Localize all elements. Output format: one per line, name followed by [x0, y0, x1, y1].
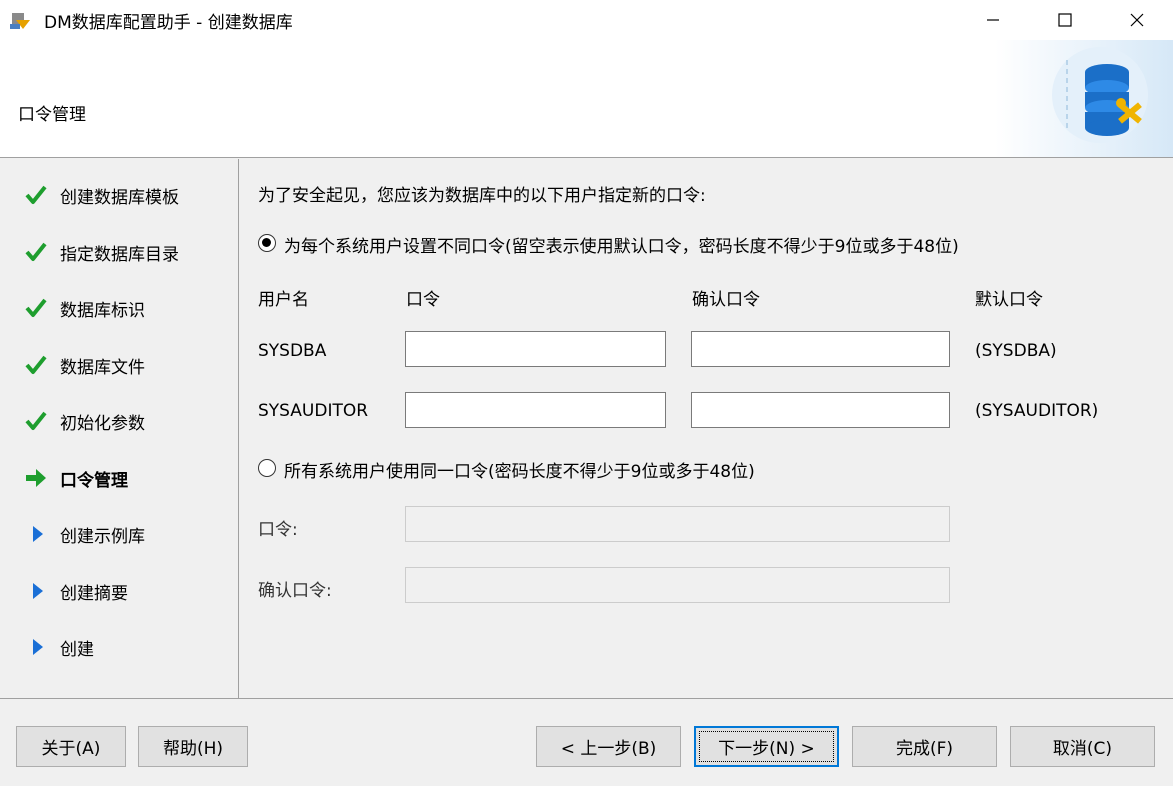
footer-divider	[0, 698, 1173, 699]
step-label: 初始化参数	[60, 414, 145, 434]
maximize-icon	[1058, 13, 1072, 27]
arrow-right-icon	[26, 469, 46, 487]
next-button[interactable]: 下一步(N) >	[694, 726, 839, 767]
database-tools-icon	[995, 40, 1173, 157]
step-create-template: 创建数据库模板	[0, 173, 239, 213]
default-password-sysauditor: (SYSAUDITOR)	[975, 401, 1099, 421]
password-input-sysdba[interactable]	[405, 331, 666, 367]
close-icon	[1130, 13, 1144, 27]
column-header-default: 默认口令	[975, 290, 1043, 310]
window-title: DM数据库配置助手 - 创建数据库	[44, 13, 293, 33]
step-db-files: 数据库文件	[0, 343, 239, 383]
column-header-password: 口令	[406, 290, 440, 310]
step-init-params: 初始化参数	[0, 399, 239, 439]
username-sysauditor: SYSAUDITOR	[258, 401, 369, 421]
step-create-sample-db: 创建示例库	[0, 512, 239, 552]
password-management-panel: 为了安全起见，您应该为数据库中的以下用户指定新的口令: 为每个系统用户设置不同口…	[240, 159, 1173, 698]
radio-same-password[interactable]	[258, 459, 276, 477]
title-bar: DM数据库配置助手 - 创建数据库	[0, 0, 1173, 40]
minimize-button[interactable]	[957, 0, 1029, 40]
step-label: 创建数据库模板	[60, 188, 179, 208]
step-label: 指定数据库目录	[60, 245, 179, 265]
step-db-directory: 指定数据库目录	[0, 230, 239, 270]
radio-individual-label: 为每个系统用户设置不同口令(留空表示使用默认口令，密码长度不得少于9位或多于48…	[284, 237, 959, 257]
cancel-button[interactable]: 取消(C)	[1010, 726, 1155, 767]
triangle-right-icon	[33, 526, 43, 542]
column-header-confirm: 确认口令	[692, 290, 760, 310]
password-input-sysauditor[interactable]	[405, 392, 666, 428]
same-password-label: 口令:	[258, 520, 298, 540]
confirm-input-sysdba[interactable]	[691, 331, 950, 367]
default-password-sysdba: (SYSDBA)	[975, 341, 1057, 361]
step-label: 数据库文件	[60, 358, 145, 378]
step-label: 创建摘要	[60, 584, 128, 604]
step-password-management: 口令管理	[0, 456, 239, 496]
minimize-icon	[987, 19, 999, 21]
same-password-input[interactable]	[405, 506, 950, 542]
about-button[interactable]: 关于(A)	[16, 726, 126, 767]
same-confirm-input[interactable]	[405, 567, 950, 603]
maximize-button[interactable]	[1029, 0, 1101, 40]
confirm-input-sysauditor[interactable]	[691, 392, 950, 428]
close-button[interactable]	[1101, 0, 1173, 40]
checkmark-icon	[25, 242, 47, 261]
previous-button[interactable]: < 上一步(B)	[536, 726, 681, 767]
help-button[interactable]: 帮助(H)	[138, 726, 248, 767]
step-create: 创建	[0, 625, 239, 665]
checkmark-icon	[25, 185, 47, 204]
step-label: 数据库标识	[60, 301, 145, 321]
step-label: 创建	[60, 640, 94, 660]
triangle-right-icon	[33, 583, 43, 599]
wizard-header: 口令管理	[0, 40, 1173, 158]
app-icon	[10, 13, 30, 29]
checkmark-icon	[25, 298, 47, 317]
checkmark-icon	[25, 411, 47, 430]
finish-button[interactable]: 完成(F)	[852, 726, 997, 767]
checkmark-icon	[25, 355, 47, 374]
step-label: 创建示例库	[60, 527, 145, 547]
step-create-summary: 创建摘要	[0, 569, 239, 609]
same-confirm-label: 确认口令:	[258, 581, 332, 601]
wizard-steps-sidebar: 创建数据库模板 指定数据库目录 数据库标识 数据库文件 初始化参数 口令管理 创…	[0, 159, 239, 698]
radio-same-label: 所有系统用户使用同一口令(密码长度不得少于9位或多于48位)	[284, 462, 755, 482]
step-db-identity: 数据库标识	[0, 286, 239, 326]
step-label: 口令管理	[60, 471, 128, 491]
triangle-right-icon	[33, 639, 43, 655]
intro-text: 为了安全起见，您应该为数据库中的以下用户指定新的口令:	[258, 186, 706, 206]
radio-individual-passwords[interactable]	[258, 234, 276, 252]
username-sysdba: SYSDBA	[258, 341, 327, 361]
page-title: 口令管理	[18, 105, 86, 125]
column-header-username: 用户名	[258, 290, 309, 310]
